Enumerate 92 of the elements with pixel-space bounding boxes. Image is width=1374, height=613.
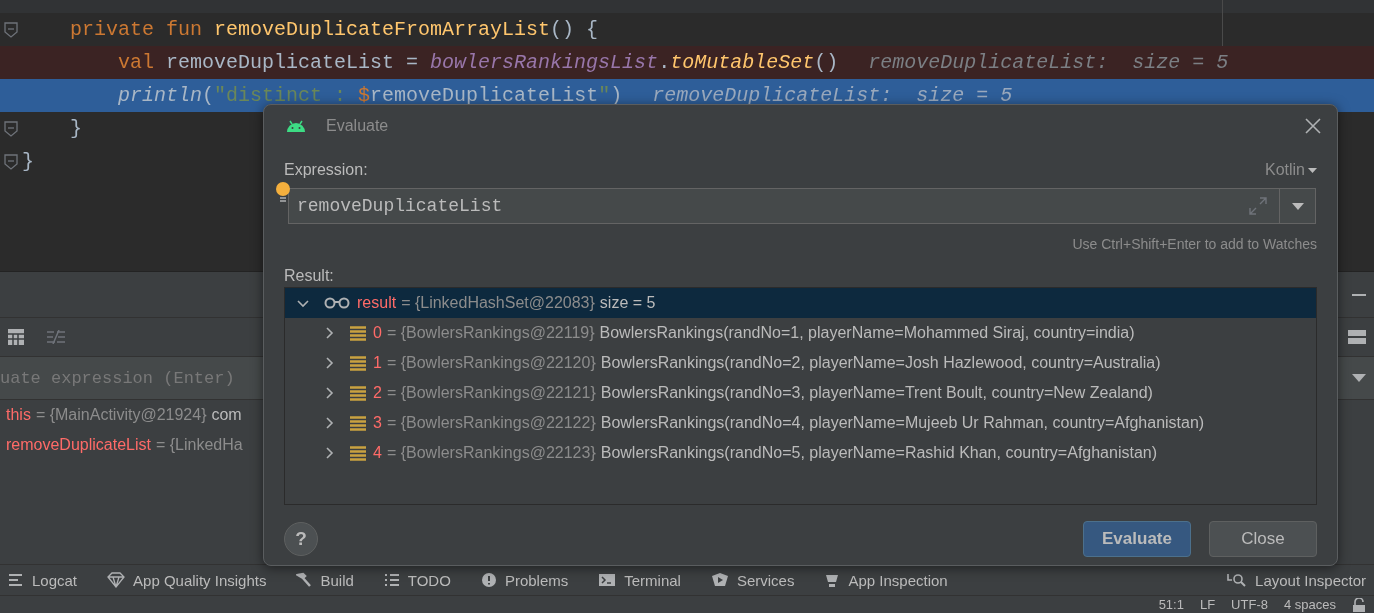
inline-value-hint: removeDuplicateList: size = 5	[652, 84, 1013, 107]
status-item[interactable]: 4 spaces	[1283, 597, 1336, 612]
code-text: private fun removeDuplicateFromArrayList() {	[69, 18, 599, 41]
language-dropdown[interactable]: Kotlin	[1264, 161, 1317, 179]
variable-value: BowlersRankings(randNo=5, playerName=Rashid Khan, country=Afghanistan)	[600, 444, 1158, 462]
tool-window-button[interactable]: Services	[710, 571, 795, 589]
tree-row[interactable]: result = {LinkedHashSet@22083} size = 5	[285, 288, 1316, 318]
tool-window-button[interactable]: Terminal	[598, 571, 681, 589]
variable-name: 3	[373, 414, 382, 432]
dropdown-caret-icon[interactable]	[1352, 374, 1366, 382]
history-dropdown-button[interactable]	[1280, 188, 1316, 224]
dropdown-caret-icon	[1308, 167, 1317, 173]
list-icon	[383, 574, 400, 586]
variable-name: this	[6, 406, 31, 424]
hammer-icon	[296, 572, 313, 588]
object-reference: = {LinkedHa	[155, 436, 243, 454]
fold-marker-icon[interactable]	[4, 153, 18, 170]
tool-window-button[interactable]: App Inspection	[824, 571, 948, 589]
chevron-icon[interactable]	[323, 387, 335, 399]
dialog-title: Evaluate	[326, 117, 389, 135]
object-reference: = {BowlersRankings@22122}	[386, 414, 596, 432]
object-reference: = {MainActivity@21924}	[35, 406, 207, 424]
diamond-icon	[107, 572, 126, 588]
object-reference: = {BowlersRankings@22121}	[386, 384, 596, 402]
status-item[interactable]: 51:1	[1158, 597, 1184, 612]
object-reference: = {BowlersRankings@22120}	[386, 354, 596, 372]
tree-row[interactable]: 1 = {BowlersRankings@22120} BowlersRankings(randNo=2, playerName=Josh Hazlewood, country=Australia)	[285, 348, 1316, 378]
variable-value: BowlersRankings(randNo=4, playerName=Mujeeb Ur Rahman, country=Afghanistan)	[600, 414, 1205, 432]
tool-window-button[interactable]: Build	[296, 571, 354, 589]
code-text: }	[69, 117, 82, 140]
stacked-bars-icon	[350, 385, 366, 401]
shortcut-hint: Use Ctrl+Shift+Enter to add to Watches	[1071, 236, 1317, 252]
object-reference: = {LinkedHashSet@22083}	[401, 294, 595, 312]
tool-window-button[interactable]: Logcat	[8, 571, 78, 589]
chevron-icon[interactable]	[323, 417, 335, 429]
variable-name: 2	[373, 384, 382, 402]
variable-name: result	[357, 294, 397, 312]
variable-value: BowlersRankings(randNo=3, playerName=Trent Boult, country=New Zealand)	[600, 384, 1153, 402]
lock-icon[interactable]	[1352, 597, 1366, 612]
layout-icon[interactable]	[1348, 329, 1366, 345]
stacked-bars-icon	[350, 355, 366, 371]
fold-marker-icon[interactable]	[4, 21, 18, 38]
dialog-button[interactable]: Close	[1209, 521, 1317, 557]
tool-window-button[interactable]: Layout Inspector	[1227, 571, 1366, 589]
inline-value-hint: removeDuplicateList: size = 5	[868, 51, 1229, 74]
dropdown-caret-icon	[1291, 202, 1304, 210]
status-item[interactable]: UTF-8	[1231, 597, 1268, 612]
object-reference: = {BowlersRankings@22123}	[386, 444, 596, 462]
chevron-icon[interactable]	[297, 297, 309, 309]
tree-row[interactable]: 4 = {BowlersRankings@22123} BowlersRankings(randNo=5, playerName=Rashid Khan, country=Afghanistan)	[285, 438, 1316, 468]
variable-name: removeDuplicateList	[6, 436, 151, 454]
chevron-icon[interactable]	[323, 357, 335, 369]
variable-value: size = 5	[599, 294, 656, 312]
stacked-bars-icon	[350, 325, 366, 341]
expression-label: Expression:	[284, 161, 368, 179]
stacked-bars-icon	[350, 415, 366, 431]
tool-window-button[interactable]: Problems	[480, 571, 569, 589]
tree-row[interactable]: 3 = {BowlersRankings@22122} BowlersRankings(randNo=4, playerName=Mujeeb Ur Rahman, country=Afghanistan)	[285, 408, 1316, 438]
variable-value: BowlersRankings(randNo=2, playerName=Josh Hazlewood, country=Australia)	[600, 354, 1161, 372]
tree-row[interactable]: 0 = {BowlersRankings@22119} BowlersRankings(randNo=1, playerName=Mohammed Siraj, country=india)	[285, 318, 1316, 348]
tool-window-button[interactable]: TODO	[383, 571, 451, 589]
chevron-icon[interactable]	[323, 327, 335, 339]
layout-search-icon	[1227, 572, 1248, 588]
terminal-icon	[598, 573, 617, 587]
tree-row[interactable]: 2 = {BowlersRankings@22121} BowlersRankings(randNo=3, playerName=Trent Boult, country=New Zealand)	[285, 378, 1316, 408]
alert-icon	[480, 572, 497, 588]
glasses-icon	[324, 297, 350, 309]
tool-window-button[interactable]: App Quality Insights	[107, 571, 267, 589]
list-lines-icon	[8, 573, 24, 587]
variable-name: 4	[373, 444, 382, 462]
minimize-icon[interactable]	[1352, 292, 1366, 297]
table-icon[interactable]	[7, 328, 25, 346]
close-icon[interactable]	[1305, 118, 1321, 134]
status-item[interactable]: LF	[1199, 597, 1216, 612]
variable-name: 0	[373, 324, 382, 342]
inspection-icon	[824, 572, 841, 588]
result-label: Result:	[284, 267, 335, 285]
variable-value: BowlersRankings(randNo=1, playerName=Mohammed Siraj, country=india)	[599, 324, 1135, 342]
variable-value: com	[211, 406, 242, 424]
lightbulb-icon[interactable]	[275, 182, 291, 204]
services-icon	[710, 572, 729, 588]
variable-name: 1	[373, 354, 382, 372]
object-reference: = {BowlersRankings@22119}	[386, 324, 595, 342]
expression-input[interactable]: removeDuplicateList	[288, 188, 1280, 224]
stacked-bars-icon	[350, 445, 366, 461]
code-text: val removeDuplicateList = bowlersRankingsList.toMutableSet()	[117, 51, 839, 74]
android-icon	[286, 120, 306, 132]
fold-marker-icon[interactable]	[4, 120, 18, 137]
help-button[interactable]: ?	[284, 522, 318, 556]
chevron-icon[interactable]	[323, 447, 335, 459]
dialog-button[interactable]: Evaluate	[1083, 521, 1191, 557]
code-text: }	[22, 150, 34, 173]
